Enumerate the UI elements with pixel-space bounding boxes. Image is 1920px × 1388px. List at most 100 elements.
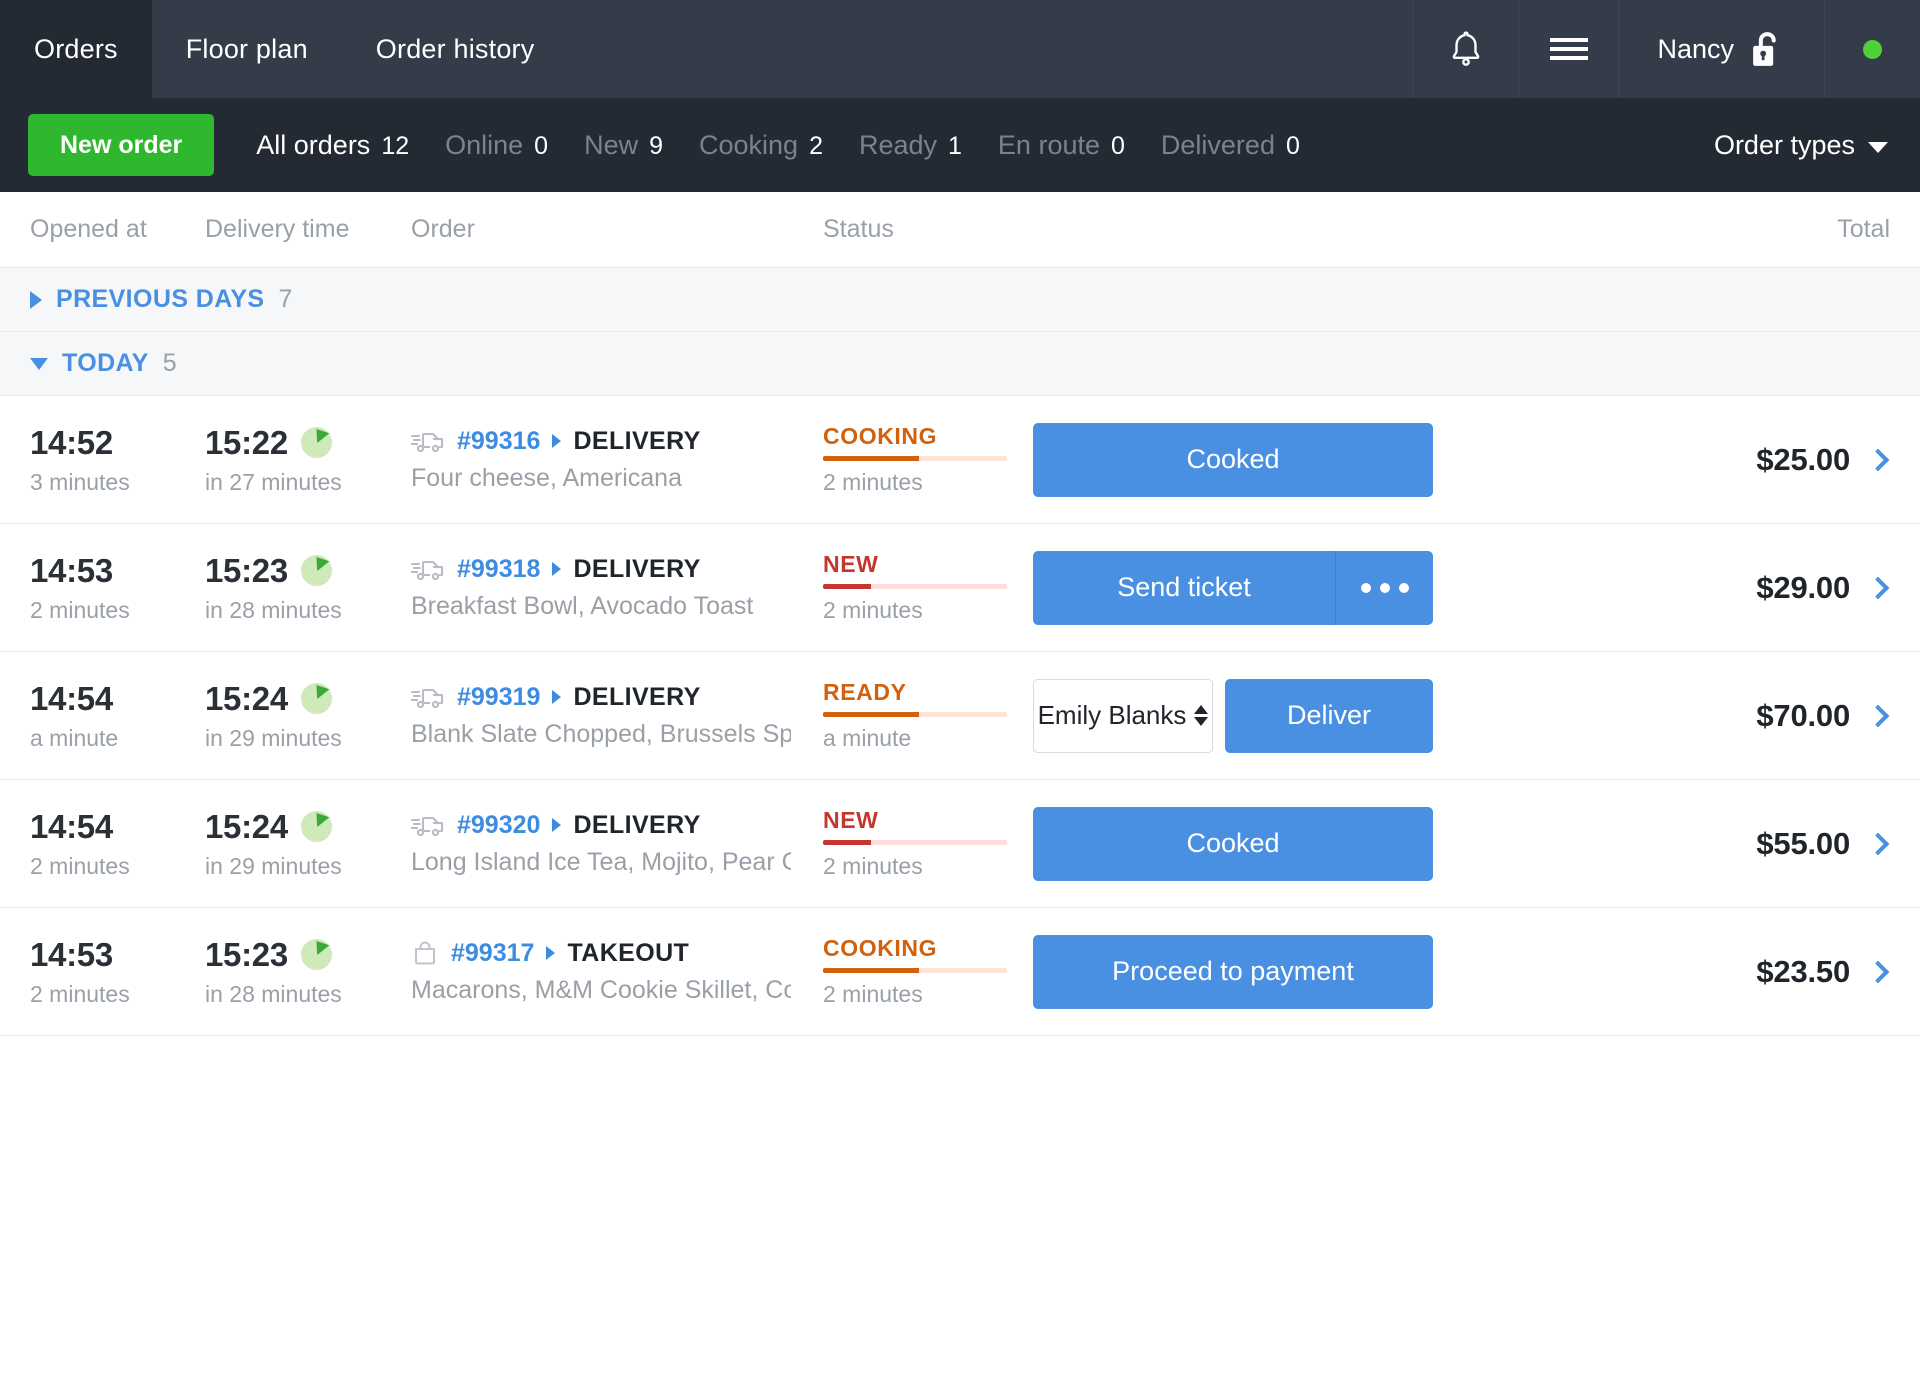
deliver-button[interactable]: Deliver	[1225, 678, 1433, 753]
filter-count-ready: 1	[948, 131, 962, 160]
delivery-truck-icon	[411, 560, 444, 581]
status-elapsed: 2 minutes	[823, 597, 923, 623]
arrow-right-icon	[552, 818, 562, 832]
opened-at-time: 14:53	[30, 935, 113, 973]
menu-button[interactable]	[1518, 0, 1618, 98]
chevron-right-icon[interactable]	[1866, 832, 1890, 855]
chevron-right-icon[interactable]	[1866, 576, 1890, 599]
order-type-label: DELIVERY	[573, 554, 701, 583]
table-row[interactable]: 14:53 2 minutes 15:23 in 28 minutes #99318 DE…	[0, 524, 1920, 652]
table-row[interactable]: 14:53 2 minutes 15:23 in 28 minutes #99317 TA…	[0, 908, 1920, 1036]
nav-label-order-history: Order history	[375, 33, 535, 64]
filter-tab-cooking[interactable]: Cooking 2	[699, 130, 823, 161]
cell-status: READY a minute	[823, 679, 1033, 752]
delivery-time: 15:23	[205, 935, 288, 973]
row-action-button[interactable]: Proceed to payment	[1033, 934, 1433, 1009]
user-account-button[interactable]: Nancy	[1618, 0, 1824, 98]
delivery-countdown-pie-icon	[300, 939, 332, 970]
chevron-right-icon[interactable]	[1866, 448, 1890, 471]
status-elapsed: a minute	[823, 725, 912, 751]
status-badge: COOKING	[823, 935, 938, 961]
delivery-truck-icon	[411, 432, 444, 453]
filter-tab-online[interactable]: Online 0	[445, 130, 548, 161]
send-ticket-split-button[interactable]: Send ticket	[1033, 550, 1433, 625]
top-navigation-bar: Orders Floor plan Order history Nancy	[0, 0, 1920, 98]
delivery-time: 15:22	[205, 423, 288, 461]
cell-delivery-time: 15:22 in 27 minutes	[205, 424, 411, 496]
cell-delivery-time: 15:23 in 28 minutes	[205, 936, 411, 1008]
filter-label-all-orders: All orders	[256, 129, 371, 160]
order-type-label: DELIVERY	[573, 682, 701, 711]
send-ticket-button[interactable]: Send ticket	[1033, 550, 1335, 625]
status-badge: NEW	[823, 807, 879, 833]
filter-label-ready: Ready	[858, 129, 938, 160]
filter-tab-ready[interactable]: Ready 1	[859, 130, 962, 161]
delivery-countdown-pie-icon	[300, 811, 332, 842]
opened-at-time: 14:54	[30, 807, 113, 845]
row-action-button[interactable]: Cooked	[1033, 422, 1433, 497]
table-row[interactable]: 14:52 3 minutes 15:22 in 27 minutes #99316 DE…	[0, 396, 1920, 524]
filter-tab-new[interactable]: New 9	[584, 130, 663, 161]
table-row[interactable]: 14:54 2 minutes 15:24 in 29 minutes #99320 DE…	[0, 780, 1920, 908]
courier-assignee-select[interactable]: Emily Blanks	[1033, 678, 1213, 753]
cell-opened-at: 14:54 2 minutes	[0, 808, 205, 880]
filter-tab-en-route[interactable]: En route 0	[998, 130, 1125, 161]
cell-delivery-time: 15:23 in 28 minutes	[205, 552, 411, 624]
cell-action: Cooked	[1033, 806, 1488, 881]
ellipsis-icon-dot	[1360, 582, 1371, 593]
group-count-today: 5	[162, 349, 177, 377]
cell-delivery-time: 15:24 in 29 minutes	[205, 680, 411, 752]
filter-count-en-route: 0	[1111, 131, 1125, 160]
order-id-link[interactable]: #99318	[457, 555, 540, 584]
delivery-truck-icon	[411, 688, 444, 709]
nav-label-orders: Orders	[34, 33, 118, 64]
delivery-countdown-pie-icon	[300, 683, 332, 714]
status-progress-bar	[823, 968, 1007, 973]
cell-status: COOKING 2 minutes	[823, 935, 1033, 1008]
order-id-link[interactable]: #99319	[457, 683, 540, 712]
filter-count-all-orders: 12	[381, 131, 410, 160]
filter-tab-all-orders[interactable]: All orders 12	[256, 129, 410, 255]
filter-tab-delivered[interactable]: Delivered 0	[1161, 130, 1300, 161]
chevron-right-icon[interactable]	[1866, 960, 1890, 983]
order-total-amount: $70.00	[1756, 697, 1850, 733]
filter-count-online: 0	[534, 131, 549, 160]
unlock-padlock-icon	[1753, 32, 1776, 66]
group-row-previous-days[interactable]: PREVIOUS DAYS 7	[0, 268, 1920, 332]
arrow-right-icon	[546, 946, 556, 960]
row-action-button[interactable]: Cooked	[1033, 806, 1433, 881]
group-row-today[interactable]: TODAY 5	[0, 332, 1920, 396]
group-title-today: TODAY	[62, 349, 149, 377]
order-total-amount: $55.00	[1756, 825, 1850, 861]
cell-opened-at: 14:53 2 minutes	[0, 936, 205, 1008]
order-total-amount: $29.00	[1756, 569, 1850, 605]
bell-icon	[1452, 31, 1480, 66]
group-title-previous-days: PREVIOUS DAYS	[56, 285, 265, 313]
status-badge: READY	[823, 679, 907, 705]
new-order-button[interactable]: New order	[28, 114, 215, 176]
availability-status[interactable]	[1824, 0, 1920, 98]
cell-opened-at: 14:54 a minute	[0, 680, 205, 752]
order-id-link[interactable]: #99320	[457, 811, 540, 840]
more-options-button[interactable]	[1335, 550, 1433, 625]
chevron-right-icon[interactable]	[1866, 704, 1890, 727]
order-id-link[interactable]: #99317	[451, 939, 534, 968]
status-progress-bar	[823, 456, 1007, 461]
nav-item-floor-plan[interactable]: Floor plan	[152, 0, 342, 98]
ellipsis-icon-dot	[1398, 582, 1409, 593]
opened-at-time: 14:53	[30, 551, 113, 589]
order-id-link[interactable]: #99316	[457, 427, 540, 456]
table-row[interactable]: 14:54 a minute 15:24 in 29 minutes #99319 DEL…	[0, 652, 1920, 780]
delivery-countdown-pie-icon	[300, 555, 332, 586]
nav-item-order-history[interactable]: Order history	[342, 0, 569, 98]
notifications-button[interactable]	[1412, 0, 1518, 98]
cell-action: Emily Blanks Deliver	[1033, 678, 1488, 753]
order-type-label: DELIVERY	[573, 426, 701, 455]
nav-item-orders[interactable]: Orders	[0, 0, 152, 98]
opened-at-time: 14:52	[30, 423, 113, 461]
triangle-right-icon	[30, 290, 42, 309]
delivery-time: 15:23	[205, 551, 288, 589]
order-types-dropdown[interactable]: Order types	[1714, 130, 1892, 161]
order-filter-bar: New order All orders 12 Online 0 New 9 C…	[0, 98, 1920, 255]
status-badge: NEW	[823, 551, 879, 577]
